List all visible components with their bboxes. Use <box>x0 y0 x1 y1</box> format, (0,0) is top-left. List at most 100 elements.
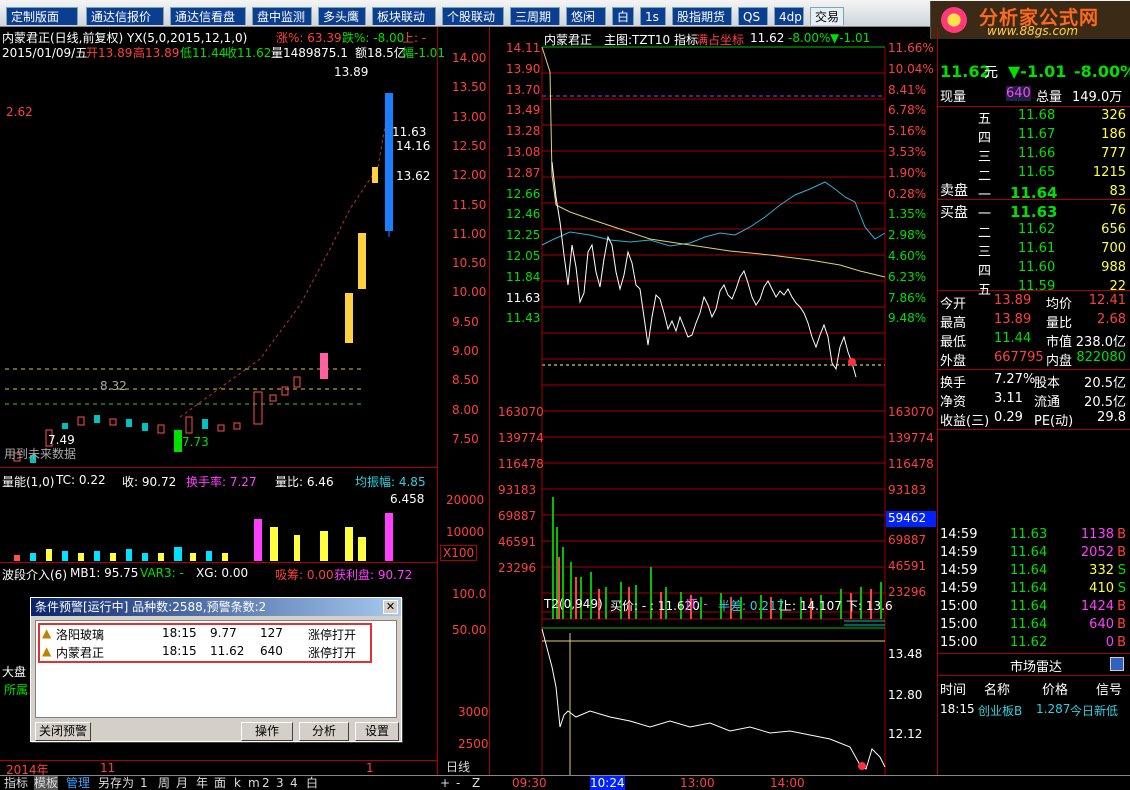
kline-axis-tick: 14.00 <box>452 51 487 65</box>
alert-row[interactable]: ▲ 内蒙君正 18:15 11.62 640 涨停打开 <box>38 643 368 660</box>
alert-row[interactable]: ▲ 洛阳玻璃 18:15 9.77 127 涨停打开 <box>38 625 368 642</box>
radar-time: 18:15 <box>940 702 975 716</box>
menu-tab[interactable]: 通达信报价 <box>86 7 164 25</box>
menu-tab[interactable]: 1s <box>640 7 666 25</box>
kline-axis-tick: 7.50 <box>452 431 479 446</box>
time-label: 10:24 <box>590 776 625 790</box>
sell-row: 一 11.64 83 <box>938 183 1130 203</box>
menu-tab[interactable]: 三周期 <box>510 7 560 25</box>
wave-axis2-tick: 3000 <box>458 705 489 719</box>
period-label[interactable]: 日线 <box>446 760 470 774</box>
intraday-vol-tick: 163070 <box>498 405 544 419</box>
bottom-tab[interactable]: k <box>234 776 241 790</box>
tick-vol: 1138 <box>1080 527 1114 542</box>
stat-value: 238.0亿 <box>1075 335 1126 350</box>
fin-value: 20.5亿 <box>1084 376 1126 391</box>
alert-time: 18:15 <box>162 644 197 658</box>
analyze-button[interactable]: 分析 <box>299 722 349 741</box>
bottom-tab[interactable]: 3 <box>276 776 284 790</box>
close-alert-button[interactable]: 关闭预警 <box>35 722 91 741</box>
sell-row: 二 11.65 1215 <box>938 164 1130 184</box>
menu-tab[interactable]: 多头鹰 <box>318 7 366 25</box>
alert-price: 9.77 <box>210 626 237 640</box>
menu-tab[interactable]: 盘中监测 <box>252 7 312 25</box>
sell-price: 11.67 <box>1018 127 1056 142</box>
tick-row: 14:59 11.63 1138 B <box>938 526 1130 545</box>
tick-time: 14:59 <box>940 545 978 560</box>
menu-tab[interactable]: 板块联动 <box>372 7 436 25</box>
menu-tab[interactable]: 4dp <box>774 7 804 25</box>
fin-value: 29.8 <box>1097 410 1126 425</box>
tick-time: 14:59 <box>940 563 978 578</box>
zoom-control[interactable]: Z <box>472 776 480 790</box>
kline-axis-tick: 13.50 <box>452 80 487 95</box>
stat-row: 今开 13.89 均价 12.41 <box>938 292 1130 312</box>
wave-profit: 获利盘: 90.72 <box>334 568 413 582</box>
sell-vol: 186 <box>1101 127 1126 142</box>
sell-vol: 1215 <box>1092 165 1126 180</box>
bottom-tab[interactable]: 月 <box>176 776 188 790</box>
bottom-tab[interactable]: 4 <box>290 776 298 790</box>
intraday-panel[interactable]: 内蒙君正 主图:TZT10 指标 满占坐标 11.62 -8.00% ▼-1.0… <box>490 27 938 775</box>
fin-label: 净资 <box>940 395 967 410</box>
radar-icon[interactable] <box>1110 657 1124 671</box>
operate-button[interactable]: 操作 <box>241 722 293 741</box>
kline-axis-tick: 9.50 <box>452 314 479 329</box>
fin-row: 收益(三) 0.29 PE(动) 29.8 <box>938 409 1130 429</box>
bottom-tab[interactable]: 指标 <box>4 776 28 790</box>
zoom-control[interactable]: - <box>456 776 460 790</box>
alert-dialog[interactable]: 条件预警[运行中] 品种数:2588,预警条数:2 ✕ ▲ 洛阳玻璃 18:15 9.… <box>30 597 402 742</box>
buy-row: 四 11.60 988 <box>938 259 1130 279</box>
alert-time: 18:15 <box>162 626 197 640</box>
vol-unit: X100 <box>440 545 478 561</box>
sell-vol: 777 <box>1101 146 1126 161</box>
stat-label: 最高 <box>940 316 967 331</box>
bottom-tab[interactable]: m <box>248 776 260 790</box>
menu-tab[interactable]: 股指期货 <box>672 7 732 25</box>
bottom-tab[interactable]: 面 <box>214 776 226 790</box>
bottom-tab[interactable]: 年 <box>196 776 208 790</box>
alert-up-icon: ▲ <box>42 626 52 640</box>
menu-tab[interactable]: 通达信看盘 <box>170 7 246 25</box>
bottom-tab[interactable]: 1 <box>140 776 148 790</box>
buy-price: 11.62 <box>1018 222 1056 237</box>
alert-title: 条件预警[运行中] 品种数:2588,预警条数:2 <box>31 598 401 616</box>
stat-row: 外盘 667795 内盘 822080 <box>938 349 1130 369</box>
buy-price: 11.61 <box>1018 241 1056 256</box>
menu-tab[interactable]: 交易 <box>810 7 844 25</box>
vol-title: 量能(1,0) <box>2 475 55 489</box>
wave-title: 波段介入(6) <box>2 568 67 582</box>
stat-value: 11.44 <box>994 331 1032 346</box>
bottom-tab[interactable]: 另存为 <box>98 776 134 790</box>
bottom-tab[interactable]: 模板 <box>34 776 59 790</box>
menu-tab[interactable]: 个股联动 <box>442 7 504 25</box>
menu-tab[interactable]: 悠闲 <box>566 7 606 25</box>
tick-time: 15:00 <box>940 599 978 614</box>
menu-tab[interactable]: 白 <box>612 7 634 25</box>
alert-list[interactable]: ▲ 洛阳玻璃 18:15 9.77 127 涨停打开 ▲ 内蒙君正 18:15 11.62 640 涨… <box>35 620 397 718</box>
zoom-control[interactable]: + <box>440 776 450 790</box>
tick-side: S <box>1117 581 1126 596</box>
menu-tab[interactable]: 定制版面 <box>6 7 78 25</box>
wave-axis-tick: 100.0 <box>452 587 487 601</box>
intraday-vol-tick-right: 46591 <box>888 559 927 573</box>
close-icon[interactable]: ✕ <box>383 600 398 614</box>
market-radar-label[interactable]: 市场雷达 <box>1010 656 1062 675</box>
time-label: 09:30 <box>512 776 547 790</box>
alert-price: 11.62 <box>210 644 245 658</box>
sell-vol: 83 <box>1109 184 1126 199</box>
settings-button[interactable]: 设置 <box>355 722 399 741</box>
vol-marker: 59462 <box>886 511 936 527</box>
wave-mb1: MB1: 95.75 <box>70 566 139 580</box>
kline-axis-tick: 11.00 <box>452 226 487 241</box>
bottom-tab[interactable]: 管理 <box>66 776 90 790</box>
menu-tab[interactable]: QS <box>738 7 768 25</box>
sell-vol: 326 <box>1101 108 1126 123</box>
bottom-tab[interactable]: 2 <box>262 776 270 790</box>
sell-row: 四 11.67 186 <box>938 126 1130 146</box>
tick-side: B <box>1117 617 1126 632</box>
bottom-tab[interactable]: 白 <box>306 776 318 790</box>
bottom-tab[interactable]: 周 <box>158 776 170 790</box>
wave-axis-tick: 50.00 <box>452 623 487 637</box>
tick-row: 15:00 11.62 0 B <box>938 634 1130 653</box>
